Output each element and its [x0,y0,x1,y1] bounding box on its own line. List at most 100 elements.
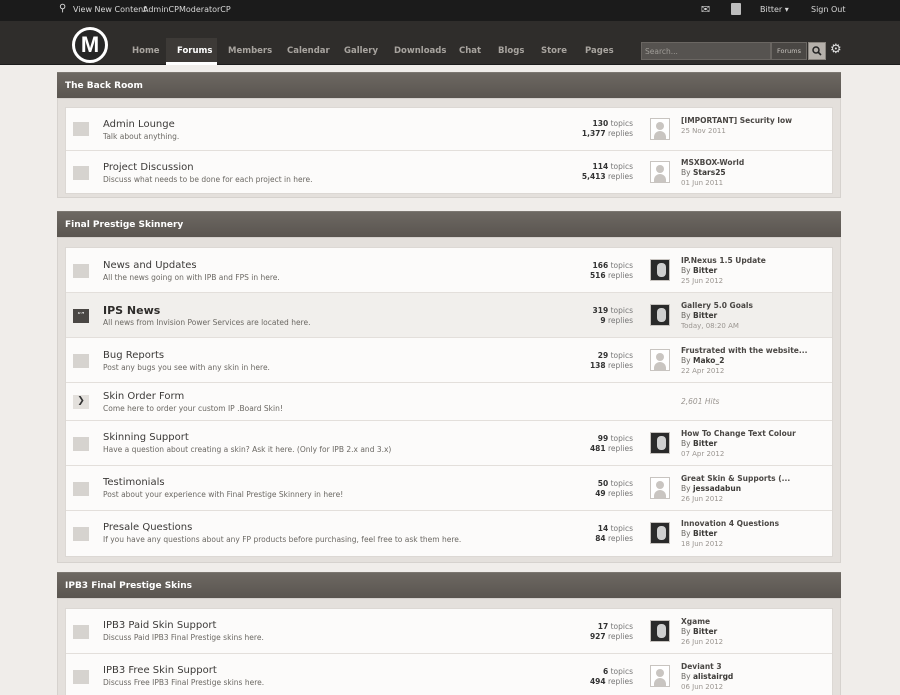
avatar[interactable] [650,522,670,544]
last-post-author: By Stars25 [681,168,726,177]
avatar[interactable] [650,620,670,642]
tab-members[interactable]: Members [228,46,272,56]
last-post-title[interactable]: Great Skin & Supports (... [681,474,790,483]
last-post-title[interactable]: [IMPORTANT] Security low [681,116,792,125]
last-post-author-link[interactable]: Bitter [693,439,717,448]
forum-title[interactable]: Admin Lounge [103,119,175,130]
last-post-author-link[interactable]: Mako_2 [693,356,724,365]
forum-stats: 14 topics 84 replies [595,524,633,543]
forum-title[interactable]: News and Updates [103,260,197,271]
last-post-author: By Bitter [681,439,718,448]
chevron-down-icon: ▾ [784,5,789,14]
last-post-author-link[interactable]: jessadabun [693,484,741,493]
tab-blogs[interactable]: Blogs [498,46,524,56]
forum-title[interactable]: Presale Questions [103,522,192,533]
category-header[interactable]: Final Prestige Skinnery [57,211,841,237]
forum-title[interactable]: Testimonials [103,477,165,488]
tab-downloads[interactable]: Downloads [394,46,446,56]
avatar[interactable] [650,118,670,140]
admincp-link[interactable]: AdminCP [143,5,179,14]
avatar[interactable] [650,304,670,326]
avatar[interactable] [650,432,670,454]
last-post-author-link[interactable]: Stars25 [693,168,726,177]
tab-gallery[interactable]: Gallery [344,46,378,56]
username: Bitter [760,5,783,14]
last-post-date: 18 Jun 2012 [681,540,724,548]
forum-description: If you have any questions about any FP p… [103,535,462,544]
forum-description: All news from Invision Power Services ar… [103,318,311,327]
avatar[interactable] [650,349,670,371]
moderatorcp-link[interactable]: ModeratorCP [179,5,231,14]
forum-row: “” IPS News All news from Invision Power… [66,293,832,338]
user-bar: ⚲ View New Content AdminCP ModeratorCP ✉… [0,0,900,21]
forum-stats: 319 topics 9 replies [592,306,633,325]
search-scope-select[interactable]: Forums [771,42,807,60]
last-post-title[interactable]: Deviant 3 [681,662,722,671]
forum-title[interactable]: IPB3 Paid Skin Support [103,620,216,631]
last-post-author-link[interactable]: Bitter [693,266,717,275]
main-navbar: M Home Forums Members Calendar Gallery D… [0,21,900,65]
forum-description: Talk about anything. [103,132,180,141]
category-header[interactable]: The Back Room [57,72,841,98]
forum-title[interactable]: IPB3 Free Skin Support [103,665,217,676]
forum-description: Post any bugs you see with any skin in h… [103,363,270,372]
inbox-icon[interactable]: ✉ [701,3,710,16]
forum-title[interactable]: Project Discussion [103,162,194,173]
tab-forums[interactable]: Forums [177,46,212,56]
tab-store[interactable]: Store [541,46,567,56]
forum-title[interactable]: IPS News [103,304,160,317]
last-post-author-link[interactable]: Bitter [693,311,717,320]
view-new-content-link[interactable]: View New Content [73,5,146,14]
last-post-date: 07 Apr 2012 [681,450,725,458]
category-body: News and Updates All the news going on w… [57,237,841,563]
site-logo[interactable]: M [72,27,108,63]
tab-chat[interactable]: Chat [459,46,481,56]
tab-calendar[interactable]: Calendar [287,46,330,56]
forum-read-icon [73,482,89,496]
last-post-author: By jessadabun [681,484,742,493]
quote-icon: “” [73,309,89,323]
last-post-author-link[interactable]: alistairgd [693,672,733,681]
tab-pages[interactable]: Pages [585,46,614,56]
last-post-author-link[interactable]: Bitter [693,529,717,538]
last-post-date: 06 Jun 2012 [681,683,724,691]
avatar[interactable] [650,259,670,281]
last-post-author: By Bitter [681,266,718,275]
gear-icon[interactable]: ⚙ [830,43,842,57]
notifications-icon[interactable] [731,3,741,15]
forum-read-icon [73,166,89,180]
last-post-title[interactable]: Xgame [681,617,710,626]
avatar[interactable] [650,161,670,183]
search-button[interactable] [808,42,826,60]
forum-title[interactable]: Skin Order Form [103,391,184,402]
forum-description: Discuss Paid IPB3 Final Prestige skins h… [103,633,264,642]
last-post-author: By Bitter [681,627,718,636]
user-menu[interactable]: Bitter ▾ [760,5,789,14]
location-pin-icon: ⚲ [59,3,67,14]
forum-stats: 99 topics 481 replies [589,434,633,453]
last-post-title[interactable]: Frustrated with the website... [681,346,807,355]
last-post-date: 26 Jun 2012 [681,638,724,646]
last-post-title[interactable]: IP.Nexus 1.5 Update [681,256,766,265]
last-post-author-link[interactable]: Bitter [693,627,717,636]
category-header[interactable]: IPB3 Final Prestige Skins [57,572,841,598]
sign-out-link[interactable]: Sign Out [811,5,846,14]
forum-read-icon [73,625,89,639]
forum-read-icon [73,670,89,684]
forum-list: Admin Lounge Talk about anything. 130 to… [65,107,833,194]
forum-title[interactable]: Skinning Support [103,432,189,443]
category-body: Admin Lounge Talk about anything. 130 to… [57,98,841,198]
last-post-author: By Bitter [681,529,718,538]
last-post-title[interactable]: Gallery 5.0 Goals [681,301,753,310]
tab-home[interactable]: Home [132,46,160,56]
avatar[interactable] [650,477,670,499]
search-input[interactable]: Search... [641,42,771,60]
last-post-date: 22 Apr 2012 [681,367,725,375]
forum-row: News and Updates All the news going on w… [66,248,832,293]
last-post-title[interactable]: Innovation 4 Questions [681,519,779,528]
last-post-title[interactable]: MSXBOX-World [681,158,744,167]
forum-description: All the news going on with IPB and FPS i… [103,273,280,282]
last-post-title[interactable]: How To Change Text Colour [681,429,796,438]
avatar[interactable] [650,665,670,687]
forum-title[interactable]: Bug Reports [103,350,164,361]
